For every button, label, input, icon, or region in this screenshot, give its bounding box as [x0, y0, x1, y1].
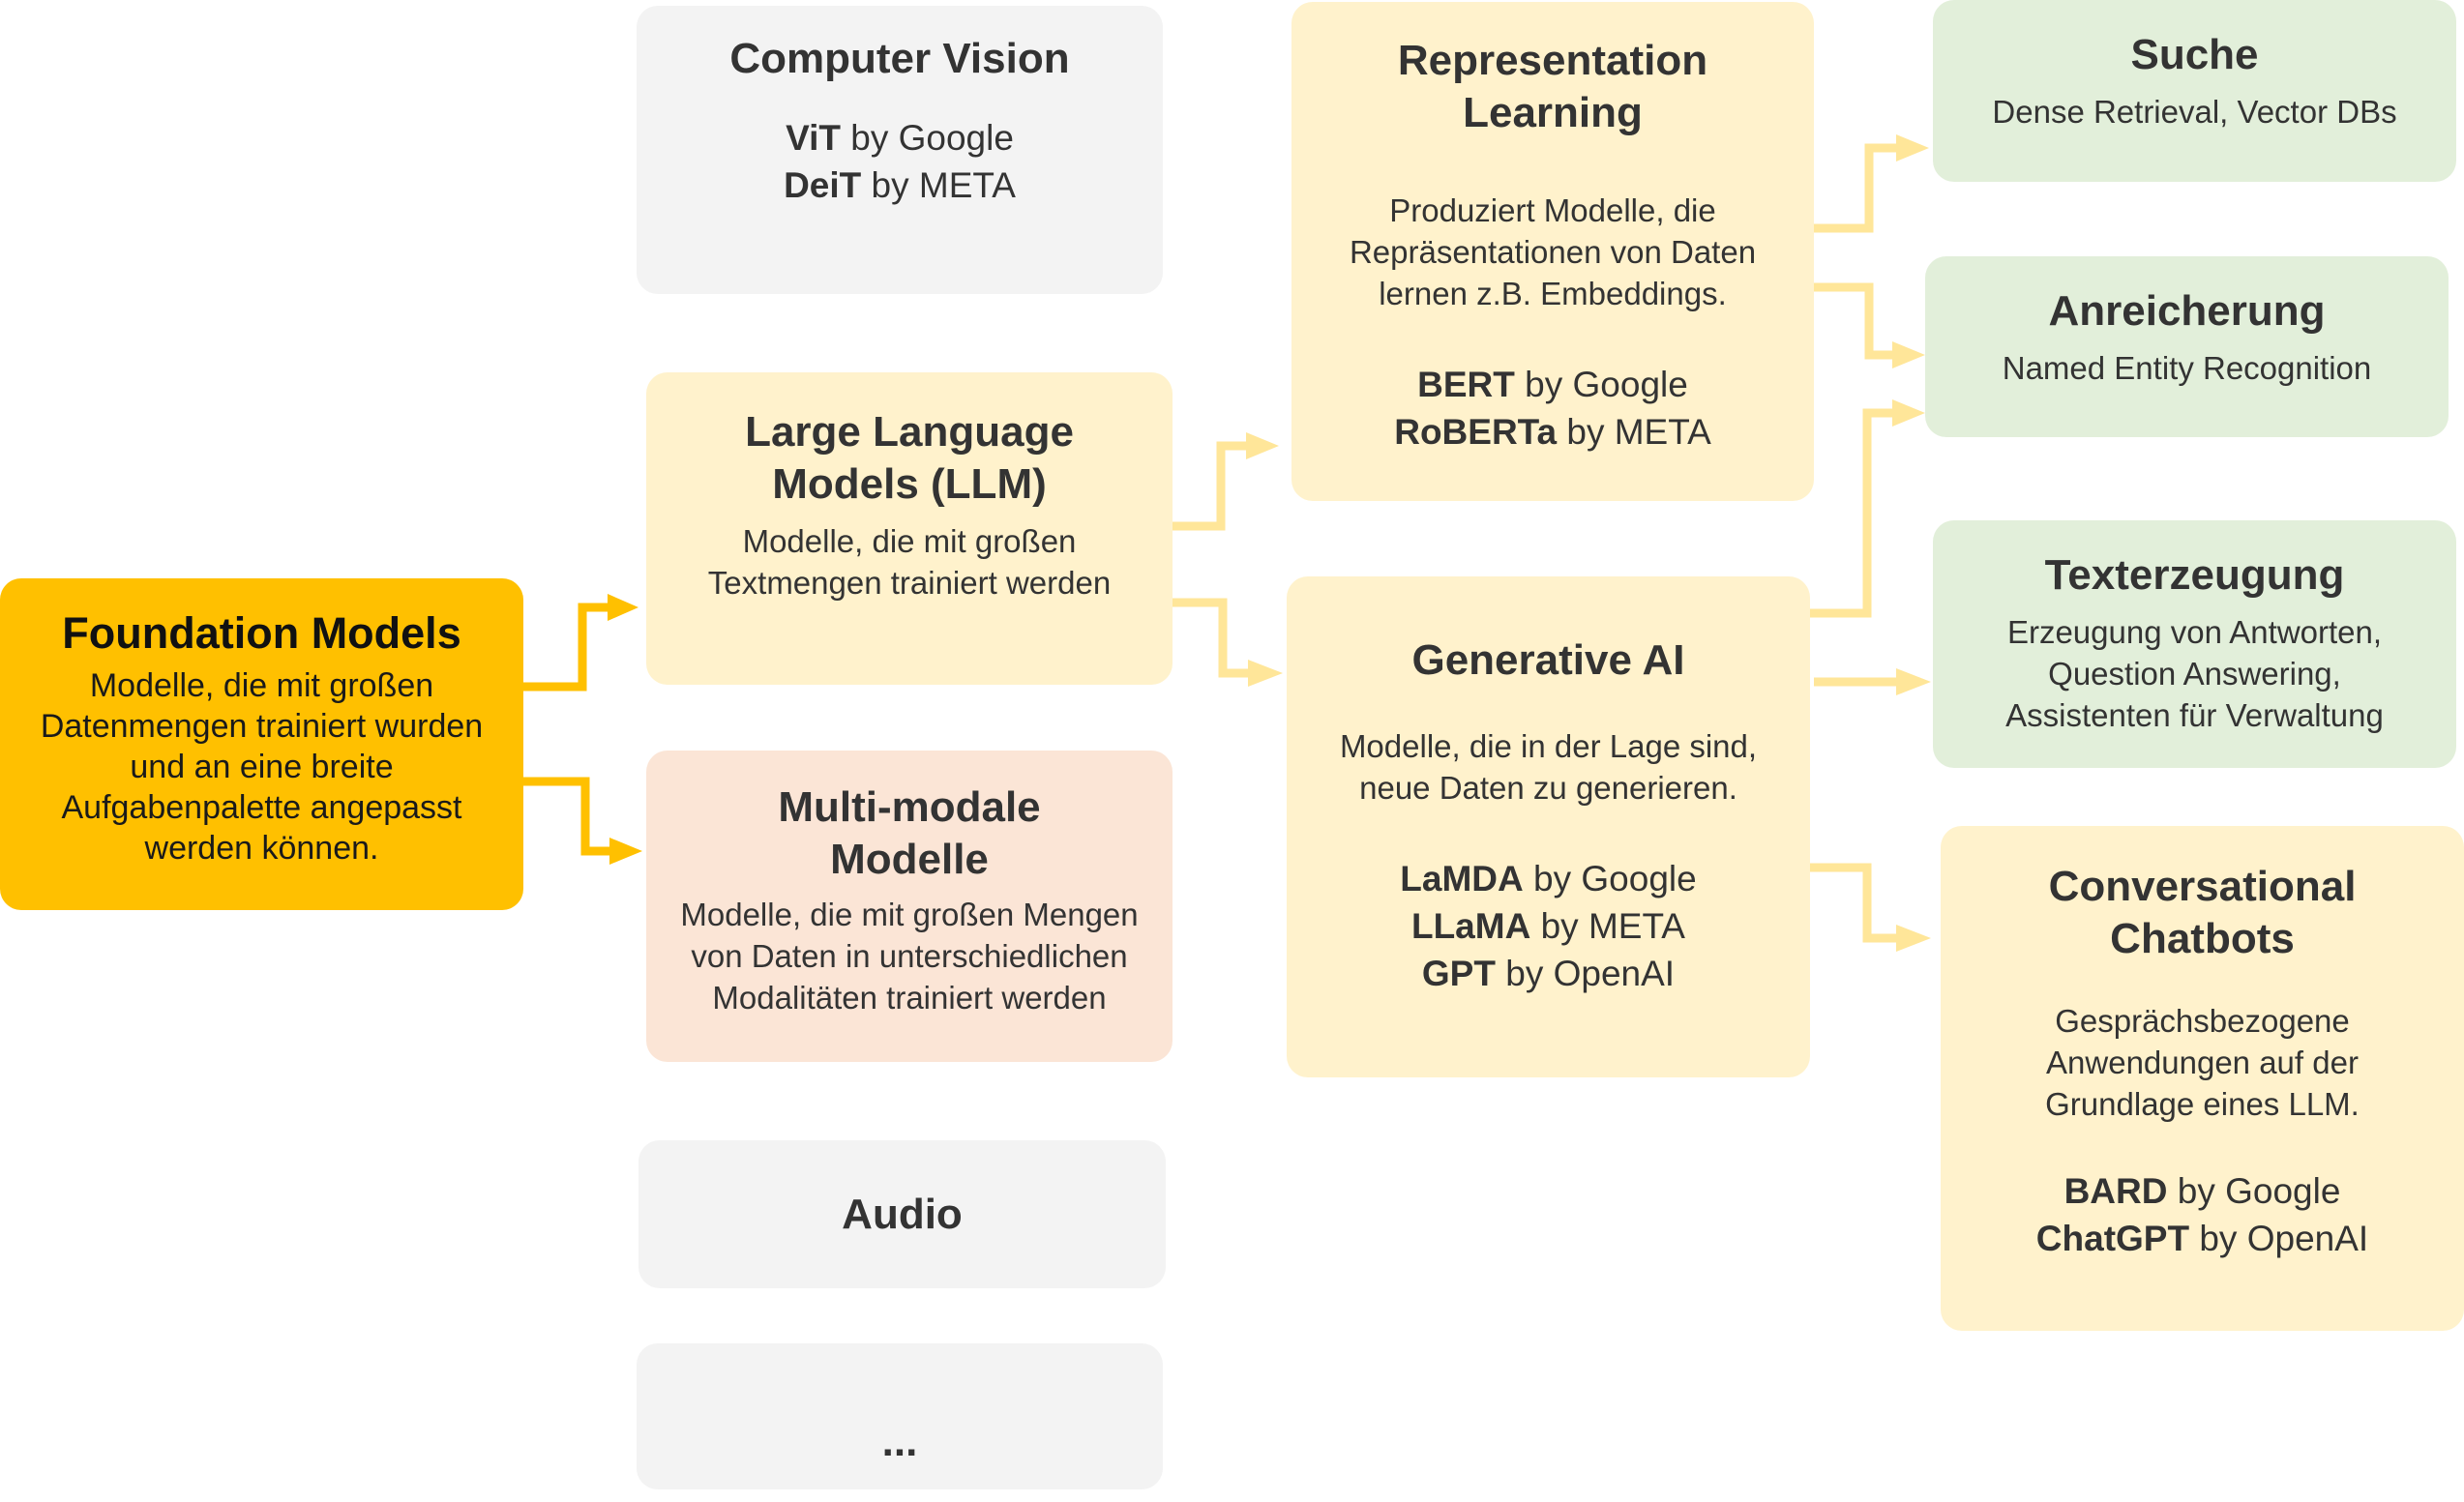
model-item: BERT by Google — [1417, 365, 1688, 404]
node-description: Produziert Modelle, die Repräsentationen… — [1349, 192, 1757, 311]
node-title: Foundation Models — [62, 608, 461, 658]
arrow-llm-to-replearning — [1166, 441, 1248, 531]
node-conversational-chatbots[interactable]: Conversational Chatbots Gesprächsbezogen… — [1941, 826, 2464, 1331]
node-title: Generative AI — [1411, 636, 1685, 684]
arrow-foundation-to-multimodal — [523, 777, 611, 856]
arrowhead-icon — [1896, 668, 1931, 695]
arrow-replearning-to-anreicherung — [1814, 282, 1894, 360]
node-foundation-models[interactable]: Foundation Models Modelle, die mit große… — [0, 578, 523, 910]
arrow-genai-to-chatbots — [1810, 863, 1898, 943]
model-list: ViT by Google DeiT by META — [784, 114, 1016, 209]
model-item: LaMDA by Google — [1400, 859, 1697, 898]
node-description: Erzeugung von Antworten, Question Answer… — [2005, 614, 2384, 733]
node-title: Conversational Chatbots — [2048, 863, 2357, 962]
node-anreicherung[interactable]: Anreicherung Named Entity Recognition — [1925, 256, 2449, 437]
arrowhead-icon — [1892, 341, 1925, 368]
node-generative-ai[interactable]: Generative AI Modelle, die in der Lage s… — [1287, 576, 1810, 1077]
node-suche[interactable]: Suche Dense Retrieval, Vector DBs — [1933, 0, 2456, 182]
model-list: BERT by Google RoBERTa by META — [1394, 361, 1711, 456]
arrow-foundation-to-llm — [523, 603, 609, 692]
model-item: RoBERTa by META — [1394, 412, 1711, 452]
model-list: BARD by Google ChatGPT by OpenAI — [2036, 1167, 2368, 1262]
node-title: Audio — [842, 1190, 963, 1238]
model-item: BARD by Google — [2063, 1171, 2341, 1211]
node-audio[interactable]: Audio — [638, 1140, 1166, 1288]
node-llm[interactable]: Large Language Models (LLM) Modelle, die… — [646, 372, 1173, 685]
node-description: Modelle, die mit großen Datenmengen trai… — [40, 667, 484, 867]
model-item: DeiT by META — [784, 165, 1016, 205]
node-title: Anreicherung — [2048, 287, 2326, 335]
node-texterzeugung[interactable]: Texterzeugung Erzeugung von Antworten, Q… — [1933, 520, 2456, 768]
arrowhead-icon — [1896, 925, 1931, 952]
arrow-llm-to-genai — [1166, 598, 1250, 678]
arrowhead-icon — [1246, 432, 1279, 459]
node-description: Modelle, die in der Lage sind, neue Date… — [1339, 728, 1758, 806]
node-description: Gesprächsbezogene Anwendungen auf der Gr… — [2045, 1003, 2360, 1122]
model-item: LLaMA by META — [1410, 906, 1685, 946]
arrow-genai-to-anreicherung — [1810, 408, 1894, 618]
node-description: Modelle, die mit großen Textmengen train… — [707, 523, 1112, 601]
node-representation-learning[interactable]: Representation Learning Produziert Model… — [1291, 2, 1814, 501]
node-title: Texterzeugung — [2044, 551, 2345, 599]
model-list: LaMDA by Google LLaMA by META GPT by Ope… — [1400, 855, 1696, 997]
node-description: Dense Retrieval, Vector DBs — [1992, 94, 2397, 130]
arrowhead-icon — [608, 594, 638, 621]
arrow-replearning-to-suche — [1814, 143, 1898, 233]
node-multimodal[interactable]: Multi-modale Modelle Modelle, die mit gr… — [646, 751, 1173, 1062]
model-item: ChatGPT by OpenAI — [2035, 1219, 2369, 1258]
arrowhead-icon — [1248, 660, 1283, 687]
node-description: Modelle, die mit großen Mengen von Daten… — [680, 897, 1139, 1016]
arrowhead-icon — [1892, 399, 1925, 427]
model-item: ViT by Google — [786, 118, 1014, 158]
node-title: Large Language Models (LLM) — [745, 408, 1074, 508]
node-description: Named Entity Recognition — [2002, 350, 2372, 386]
node-computer-vision[interactable]: Computer Vision ViT by Google DeiT by ME… — [637, 6, 1163, 294]
arrowhead-icon — [609, 838, 642, 865]
node-more[interactable]: ... — [637, 1343, 1163, 1489]
node-title: Computer Vision — [729, 35, 1070, 82]
node-title: Representation Learning — [1397, 37, 1708, 136]
model-item: GPT by OpenAI — [1421, 954, 1676, 993]
node-title: ... — [881, 1418, 918, 1465]
arrowhead-icon — [1896, 134, 1929, 162]
node-title: Suche — [2130, 31, 2259, 78]
node-title: Multi-modale Modelle — [778, 783, 1041, 883]
